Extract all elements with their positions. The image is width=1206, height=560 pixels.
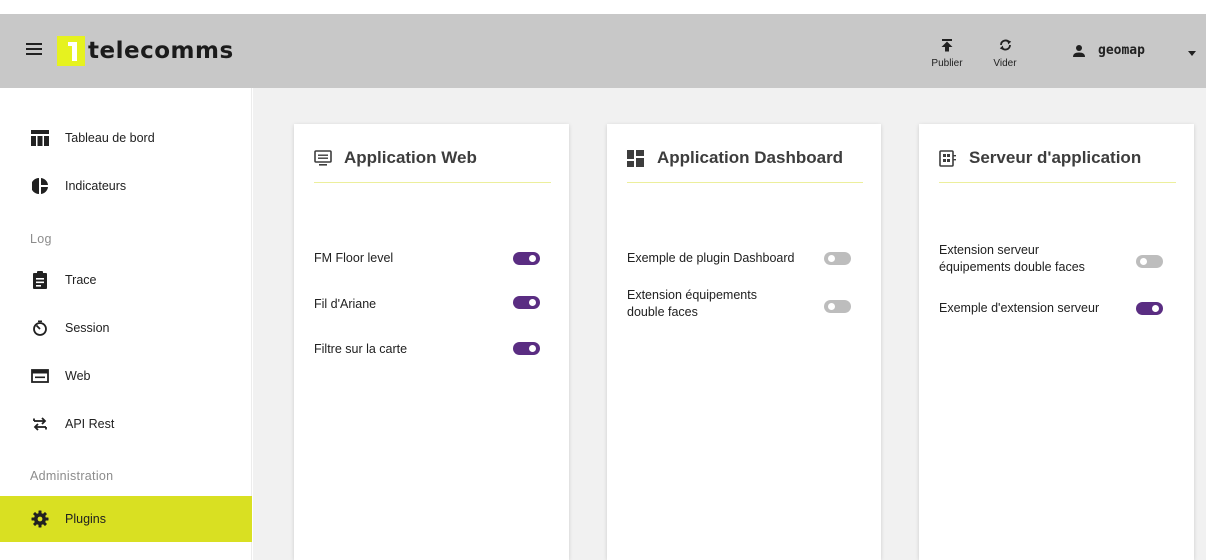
card-application-web: Application Web FM Floor level Fil d'Ari… [294, 124, 569, 560]
sidebar-item-label: Plugins [65, 512, 106, 526]
plugin-label-line: Extension équipements [627, 288, 757, 302]
card-title-text: Application Dashboard [657, 148, 844, 167]
sidebar-item-tableau-de-bord[interactable]: Tableau de bord [0, 115, 252, 161]
upload-icon [941, 39, 953, 52]
card-title-text: Application Web [344, 148, 477, 167]
web-window-icon [30, 366, 50, 386]
clear-button[interactable]: Vider [988, 38, 1022, 69]
plugin-toggle[interactable] [1136, 255, 1163, 268]
timer-icon [30, 318, 50, 338]
plugin-toggle[interactable] [824, 252, 851, 265]
hamburger-menu-icon[interactable] [26, 42, 42, 56]
plugin-toggle[interactable] [513, 296, 540, 309]
card-title: Serveur d'application [939, 148, 1141, 168]
plugin-label: Filtre sur la carte [314, 342, 408, 356]
divider [627, 182, 863, 183]
logo-text: telecomms [88, 38, 234, 64]
section-label-log: Log [30, 232, 52, 246]
pie-chart-icon [30, 176, 50, 196]
sidebar-item-label: Tableau de bord [65, 131, 155, 145]
plugin-label: Extension équipements double faces [627, 287, 757, 321]
plugin-label-line: équipements double faces [939, 260, 1085, 274]
card-serveur-application: Serveur d'application Extension serveur … [919, 124, 1194, 560]
plugin-label: Extension serveur équipements double fac… [939, 242, 1085, 276]
sidebar-item-api-rest[interactable]: API Rest [0, 401, 252, 447]
dashboard-icon [627, 149, 645, 167]
sidebar-item-label: Indicateurs [65, 179, 127, 193]
chevron-down-icon[interactable] [1188, 51, 1196, 56]
plugin-toggle[interactable] [513, 252, 540, 265]
card-title: Application Dashboard [627, 148, 843, 168]
divider [939, 182, 1176, 183]
plugin-label: Fil d'Ariane [314, 297, 377, 311]
card-title-text: Serveur d'application [969, 148, 1142, 167]
user-menu[interactable]: geomap [1072, 43, 1145, 58]
sidebar-item-web[interactable]: Web [0, 353, 252, 399]
logo-mark [57, 36, 85, 66]
section-label-administration: Administration [30, 469, 114, 483]
publish-label: Publier [931, 58, 963, 69]
refresh-icon [999, 39, 1011, 51]
plugin-toggle[interactable] [1136, 302, 1163, 315]
plugin-label: Exemple d'extension serveur [939, 301, 1100, 315]
person-icon [1073, 44, 1085, 57]
web-app-icon [314, 149, 332, 167]
divider [314, 182, 551, 183]
plugin-toggle[interactable] [824, 300, 851, 313]
gear-icon [30, 509, 50, 529]
plugin-toggle[interactable] [513, 342, 540, 355]
clear-label: Vider [993, 58, 1017, 69]
sidebar-item-indicateurs[interactable]: Indicateurs [0, 163, 252, 209]
sidebar-item-plugins[interactable]: Plugins [0, 496, 252, 542]
publish-button[interactable]: Publier [930, 38, 964, 69]
swap-arrows-icon [30, 414, 50, 434]
card-application-dashboard: Application Dashboard Exemple de plugin … [607, 124, 881, 560]
server-app-icon [939, 149, 957, 167]
username: geomap [1098, 43, 1145, 58]
sidebar-item-label: Trace [65, 273, 97, 287]
plugin-label: Exemple de plugin Dashboard [627, 251, 795, 265]
top-app-bar: telecomms Publier Vider geomap [0, 14, 1206, 88]
sidebar-item-label: Session [65, 321, 110, 335]
card-title: Application Web [314, 148, 477, 168]
plugin-label-line: Extension serveur [939, 243, 1040, 257]
sidebar-item-label: API Rest [65, 417, 115, 431]
plugin-label: FM Floor level [314, 251, 394, 265]
sidebar-item-label: Web [65, 369, 91, 383]
table-icon [30, 128, 50, 148]
sidebar-item-trace[interactable]: Trace [0, 257, 252, 303]
sidebar: Tableau de bord Indicateurs Log Trace Se… [0, 88, 252, 560]
logo: telecomms [57, 36, 234, 66]
plugin-label-line: double faces [627, 305, 698, 319]
clipboard-icon [30, 270, 50, 290]
sidebar-item-session[interactable]: Session [0, 305, 252, 351]
